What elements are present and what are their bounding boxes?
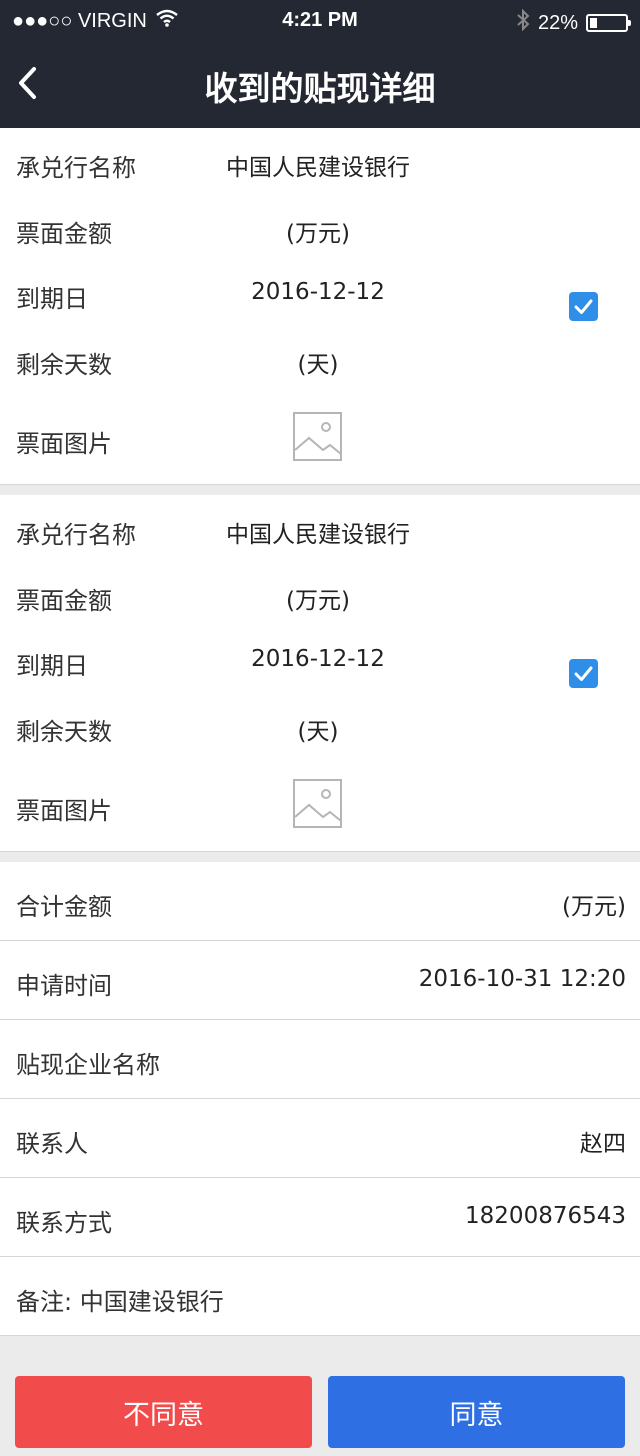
select-checkbox[interactable] <box>569 659 598 688</box>
bluetooth-icon <box>516 8 530 37</box>
checkmark-icon <box>574 666 593 681</box>
contact-row: 联系人 赵四 <box>0 1099 640 1178</box>
phone-row: 联系方式 18200876543 <box>0 1178 640 1257</box>
bill-card-2: 承兑行名称 中国人民建设银行 票面金额 (万元) 到期日 2016-12-12 … <box>0 495 640 852</box>
apply-time-label: 申请时间 <box>16 972 112 1000</box>
amount-label: 票面金额 <box>16 220 112 248</box>
bill-card-1: 承兑行名称 中国人民建设银行 票面金额 (万元) 到期日 2016-12-12 … <box>0 128 640 485</box>
battery-icon <box>586 14 631 32</box>
apply-time-value: 2016-10-31 12:20 <box>418 966 626 992</box>
amount-value: (万元) <box>286 221 350 247</box>
agree-button[interactable]: 同意 <box>328 1376 625 1448</box>
amount-label: 票面金额 <box>16 587 112 615</box>
bank-label: 承兑行名称 <box>16 154 136 182</box>
nav-bar: 收到的贴现详细 <box>0 40 640 128</box>
image-placeholder-icon[interactable] <box>293 412 342 461</box>
company-label: 贴现企业名称 <box>16 1051 160 1079</box>
battery-percent: 22% <box>537 11 578 34</box>
total-amount-label: 合计金额 <box>16 893 112 921</box>
contact-label: 联系人 <box>16 1130 88 1158</box>
disagree-button[interactable]: 不同意 <box>15 1376 312 1448</box>
due-date-label: 到期日 <box>16 652 88 680</box>
note-row: 备注: 中国建设银行 <box>0 1257 640 1336</box>
total-amount-value: (万元) <box>562 894 626 920</box>
bill-image-label: 票面图片 <box>16 430 112 458</box>
remaining-days-value: (天) <box>297 719 339 745</box>
checkmark-icon <box>574 299 593 314</box>
phone-label: 联系方式 <box>16 1209 112 1237</box>
note-label: 备注: 中国建设银行 <box>16 1288 224 1316</box>
company-row: 贴现企业名称 <box>0 1020 640 1099</box>
bank-label: 承兑行名称 <box>16 521 136 549</box>
bank-value: 中国人民建设银行 <box>226 155 410 181</box>
contact-value: 赵四 <box>580 1131 626 1157</box>
remaining-days-label: 剩余天数 <box>16 718 112 746</box>
amount-value: (万元) <box>286 588 350 614</box>
page-title: 收到的贴现详细 <box>204 69 436 108</box>
phone-value[interactable]: 18200876543 <box>465 1203 626 1229</box>
remaining-days-value: (天) <box>297 352 339 378</box>
due-date-label: 到期日 <box>16 285 88 313</box>
bill-image-label: 票面图片 <box>16 797 112 825</box>
select-checkbox[interactable] <box>569 292 598 321</box>
apply-time-row: 申请时间 2016-10-31 12:20 <box>0 941 640 1020</box>
total-amount-row: 合计金额 (万元) <box>0 862 640 941</box>
due-date-value: 2016-12-12 <box>251 279 385 305</box>
bank-value: 中国人民建设银行 <box>226 522 410 548</box>
summary-section: 合计金额 (万元) 申请时间 2016-10-31 12:20 贴现企业名称 联… <box>0 862 640 1336</box>
due-date-value: 2016-12-12 <box>251 646 385 672</box>
status-bar: ●●●○○ VIRGIN 4:21 PM 22% <box>0 0 640 40</box>
remaining-days-label: 剩余天数 <box>16 351 112 379</box>
image-placeholder-icon[interactable] <box>293 779 342 828</box>
